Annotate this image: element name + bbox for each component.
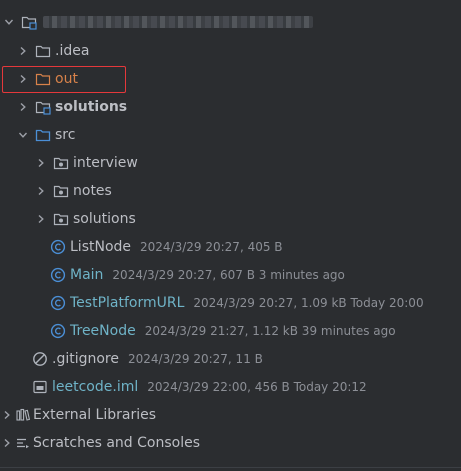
tree-row-idea[interactable]: .idea [0,37,461,65]
scratches-icon [15,435,31,451]
tree-label: out [55,71,78,87]
tree-label: Scratches and Consoles [33,435,200,451]
tree-row-treenode[interactable]: TreeNode 2024/3/29 21:27, 1.12 kB 39 min… [0,317,461,345]
package-icon [53,183,69,199]
tree-label: ListNode [70,239,132,255]
tree-row-src[interactable]: src [0,121,461,149]
class-icon [50,267,66,283]
tree-label: notes [73,183,112,199]
chevron-right-icon[interactable] [18,102,28,112]
package-icon [53,211,69,227]
excluded-folder-icon [35,71,51,87]
tree-label: interview [73,155,138,171]
file-meta: 2024/3/29 20:27, 405 B [140,240,283,254]
tree-label: solutions [73,211,136,227]
tree-label: TestPlatformURL [70,295,185,311]
libraries-icon [15,407,31,423]
tree-label: .gitignore [52,351,119,367]
tree-row-interview[interactable]: interview [0,149,461,177]
chevron-right-icon[interactable] [18,46,28,56]
chevron-right-icon[interactable] [36,158,46,168]
source-folder-icon [35,127,51,143]
tree-row-out[interactable]: out [0,65,461,93]
tree-label: External Libraries [33,407,156,423]
chevron-right-icon[interactable] [18,74,28,84]
tree-row-leetcode-iml[interactable]: leetcode.iml 2024/3/29 22:00, 456 B Toda… [0,373,461,401]
chevron-right-icon[interactable] [2,438,12,448]
tree-row-notes[interactable]: notes [0,177,461,205]
tree-label: TreeNode [70,323,136,339]
tree-row-external-libraries[interactable]: External Libraries [0,401,461,429]
tree-row-main[interactable]: Main 2024/3/29 20:27, 607 B 3 minutes ag… [0,261,461,289]
module-folder-icon [21,14,37,30]
chevron-right-icon[interactable] [2,410,12,420]
file-meta: 2024/3/29 20:27, 11 B [128,352,263,366]
tree-label: solutions [55,99,128,115]
package-icon [53,155,69,171]
project-name-redacted [43,16,313,28]
tree-row-gitignore[interactable]: .gitignore 2024/3/29 20:27, 11 B [0,345,461,373]
iml-file-icon [32,379,48,395]
tree-row-scratches[interactable]: Scratches and Consoles [0,429,461,457]
tree-row-testplatformurl[interactable]: TestPlatformURL 2024/3/29 20:27, 1.09 kB… [0,289,461,317]
module-folder-icon [35,99,51,115]
class-icon [50,323,66,339]
tree-row-solutions-package[interactable]: solutions [0,205,461,233]
tree-row-project-root[interactable] [0,8,461,36]
chevron-right-icon[interactable] [36,214,46,224]
class-icon [50,295,66,311]
tree-label: leetcode.iml [52,379,139,395]
bottom-divider [0,467,461,468]
file-meta: 2024/3/29 22:00, 456 B Today 20:12 [147,380,367,394]
chevron-down-icon[interactable] [18,130,28,140]
file-meta: 2024/3/29 21:27, 1.12 kB 39 minutes ago [144,324,396,338]
class-icon [50,239,66,255]
tree-row-solutions-module[interactable]: solutions [0,93,461,121]
file-meta: 2024/3/29 20:27, 1.09 kB Today 20:00 [193,296,424,310]
file-meta: 2024/3/29 20:27, 607 B 3 minutes ago [112,268,345,282]
project-tree: .idea out solutions src interview notes … [0,0,461,471]
tree-label: Main [70,267,104,283]
tree-label: src [55,127,76,143]
folder-icon [35,43,51,59]
tree-label: .idea [55,43,90,59]
gitignore-icon [32,351,48,367]
tree-row-listnode[interactable]: ListNode 2024/3/29 20:27, 405 B [0,233,461,261]
chevron-down-icon[interactable] [4,17,14,27]
chevron-right-icon[interactable] [36,186,46,196]
